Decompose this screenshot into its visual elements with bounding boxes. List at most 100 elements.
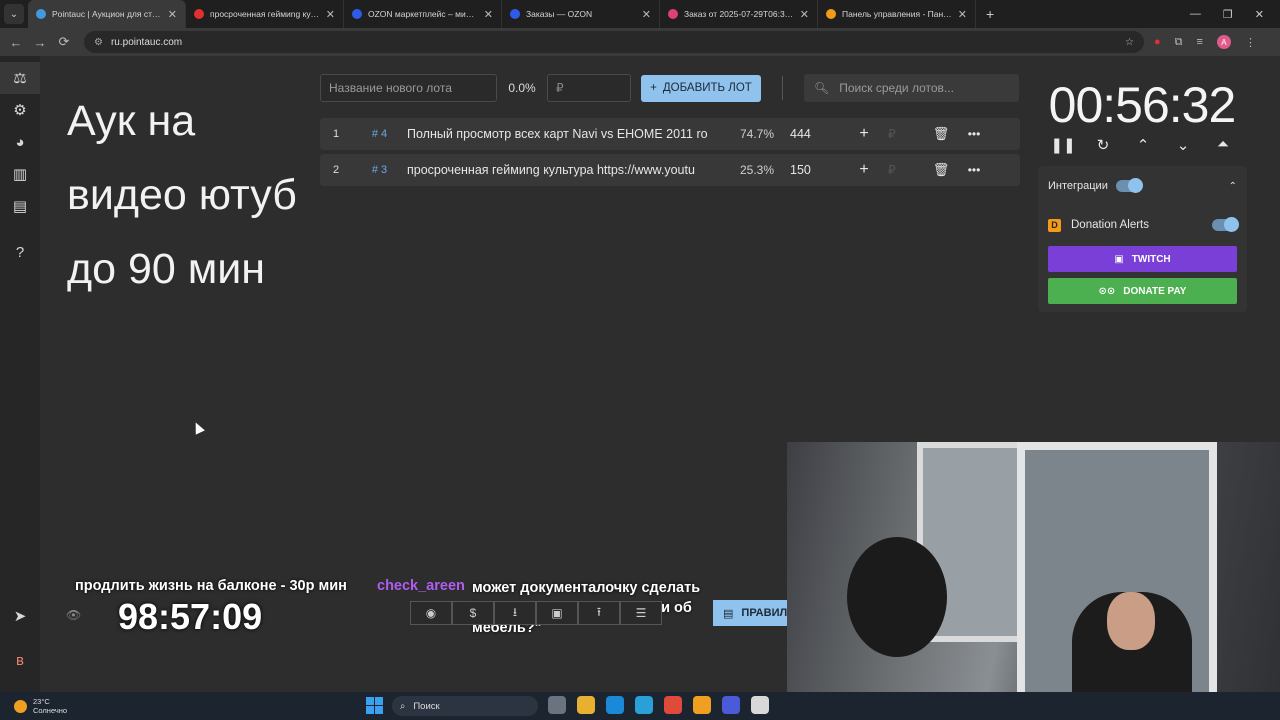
pause-icon[interactable]: ❚❚ [1048,136,1078,154]
donation-alerts-label: Donation Alerts [1071,219,1149,231]
more-dots-icon[interactable]: ••• [964,127,984,141]
download-icon[interactable]: ⭳ [494,601,536,625]
add-lot-button[interactable]: + ДОБАВИТЬ ЛОТ [641,74,761,102]
mouse-cursor-icon [191,420,205,435]
forward-icon[interactable]: → [28,35,52,50]
browser-tab-bar: ⌄ Pointauc | Аукцион для стримеров ✕ про… [0,0,1280,28]
save-icon[interactable]: ▣ [536,601,578,625]
donation-alerts-toggle[interactable] [1212,217,1239,232]
search-placeholder: Поиск среди лотов... [839,81,954,95]
close-window-icon[interactable]: ✕ [1255,8,1264,21]
app-icon[interactable] [693,696,711,714]
extensions-area: ● ⧉ ≡ A ⋮ [1154,35,1256,49]
stats-icon[interactable]: ▥ [0,158,40,190]
rules-label: ПРАВИЛ [741,607,788,619]
telegram-icon[interactable] [635,696,653,714]
extension-icon[interactable]: ● [1154,36,1161,48]
telegram-icon[interactable]: ➤ [0,600,40,632]
reload-icon[interactable]: ⟳ [52,34,76,50]
trash-icon[interactable]: 🗑︎ [918,162,964,178]
donationalerts-favicon-icon [826,9,836,19]
ozon-favicon-icon [510,9,520,19]
amount-input[interactable]: ₽ [888,163,918,177]
close-icon[interactable]: ✕ [642,8,651,21]
help-icon[interactable]: ? [0,236,40,268]
trash-icon[interactable]: 🗑︎ [918,126,964,142]
lot-title[interactable]: Полный просмотр всех карт Navi vs EHOME … [407,127,719,141]
lot-row[interactable]: 2 # 3 просроченная геймиng культура http… [320,154,1020,186]
tab-search-icon[interactable]: ⌄ [4,4,24,24]
close-icon[interactable]: ✕ [326,8,335,21]
donatepay-label: DONATE PAY [1123,285,1187,297]
add-amount-icon[interactable]: + [840,161,888,179]
webcam-face [1107,592,1155,650]
new-lot-amount-input[interactable]: ₽ [547,74,631,102]
minimize-icon[interactable]: — [1190,8,1201,20]
url-field[interactable]: ⚙ ru.pointauc.com ☆ [84,31,1144,53]
wheel-icon[interactable]: ◕ [0,126,40,158]
more-dots-icon[interactable]: ••• [964,163,984,177]
tab-ozon-market[interactable]: OZON маркетплейс – миллионы ✕ [344,0,502,28]
upload-icon[interactable]: ⭱ [578,601,620,625]
url-text: ru.pointauc.com [110,36,183,48]
tab-pointauc[interactable]: Pointauc | Аукцион для стримеров ✕ [28,0,186,28]
chevron-up-icon[interactable]: ⌃ [1229,181,1237,192]
weather-widget[interactable]: 23°C Солнечно [0,697,67,715]
new-lot-name-input[interactable]: Название нового лота [320,74,497,102]
double-chevron-up-icon[interactable]: ⏶ [1208,136,1238,154]
stats-app-icon[interactable] [722,696,740,714]
puzzle-icon[interactable]: ⧉ [1175,36,1183,49]
menu-dots-icon[interactable]: ⋮ [1245,36,1256,49]
lot-title[interactable]: просроченная геймиng культура https://ww… [407,163,719,177]
new-tab-button[interactable]: + [986,6,994,22]
lot-amount[interactable]: 444 [774,127,840,141]
github-icon[interactable]: ◉ [410,601,452,625]
lot-row[interactable]: 1 # 4 Полный просмотр всех карт Navi vs … [320,118,1020,150]
lot-search-input[interactable]: 🔍︎ Поиск среди лотов... [804,74,1019,102]
new-lot-controls: Название нового лота 0.0% ₽ + ДОБАВИТЬ Л… [320,74,1019,102]
gavel-icon[interactable]: ⚖ [0,62,40,94]
tab-order[interactable]: Заказ от 2025-07-29T06:31:43Z ✕ [660,0,818,28]
donatepay-button[interactable]: ⊙⊙ DONATE PAY [1048,278,1237,304]
twitch-button[interactable]: ▣ TWITCH [1048,246,1237,272]
site-info-icon[interactable]: ⚙ [94,37,103,48]
chevron-down-icon[interactable]: ⌄ [1168,136,1198,154]
amount-input[interactable]: ₽ [888,127,918,141]
profile-avatar[interactable]: A [1216,35,1231,49]
explorer-icon[interactable] [577,696,595,714]
task-view-icon[interactable] [548,696,566,714]
integrations-toggle[interactable] [1115,178,1143,193]
chrome-icon[interactable] [664,696,682,714]
reset-icon[interactable]: ↻ [1088,136,1118,154]
boosty-icon[interactable]: ʙ [0,644,40,676]
list-icon[interactable]: ☰ [620,601,662,625]
close-icon[interactable]: ✕ [484,8,493,21]
new-lot-percent: 0.0% [508,81,536,95]
restore-icon[interactable]: ❐ [1223,8,1233,21]
plus-icon: + [650,82,657,94]
close-icon[interactable]: ✕ [800,8,809,21]
app-icon[interactable] [751,696,769,714]
tab-ozon-orders[interactable]: Заказы — OZON ✕ [502,0,660,28]
close-icon[interactable]: ✕ [168,8,177,21]
windows-start-icon[interactable] [366,697,383,714]
back-icon[interactable]: ← [4,35,28,50]
sun-icon [14,699,27,713]
add-amount-icon[interactable]: + [840,125,888,143]
tab-control-panel[interactable]: Панель управления - Панель ✕ [818,0,976,28]
clipboard-icon[interactable]: ▤ [0,190,40,222]
tab-youtube[interactable]: просроченная геймиng культура ✕ [186,0,344,28]
rules-button[interactable]: ▤ ПРАВИЛ [713,600,793,626]
dollar-icon[interactable]: $ [452,601,494,625]
integrations-header: Интеграции ⌃ [1038,166,1247,206]
chevron-up-icon[interactable]: ⌃ [1128,136,1158,154]
taskbar-search[interactable]: ⌕ Поиск [392,696,538,716]
close-icon[interactable]: ✕ [958,8,967,21]
bookmark-star-icon[interactable]: ☆ [1125,37,1134,48]
edge-icon[interactable] [606,696,624,714]
settings-gear-icon[interactable]: ⚙ [0,94,40,126]
window-controls: — ❐ ✕ [1190,0,1280,28]
search-icon: 🔍︎ [814,81,830,95]
media-icon[interactable]: ≡ [1197,36,1203,48]
lot-amount[interactable]: 150 [774,163,840,177]
